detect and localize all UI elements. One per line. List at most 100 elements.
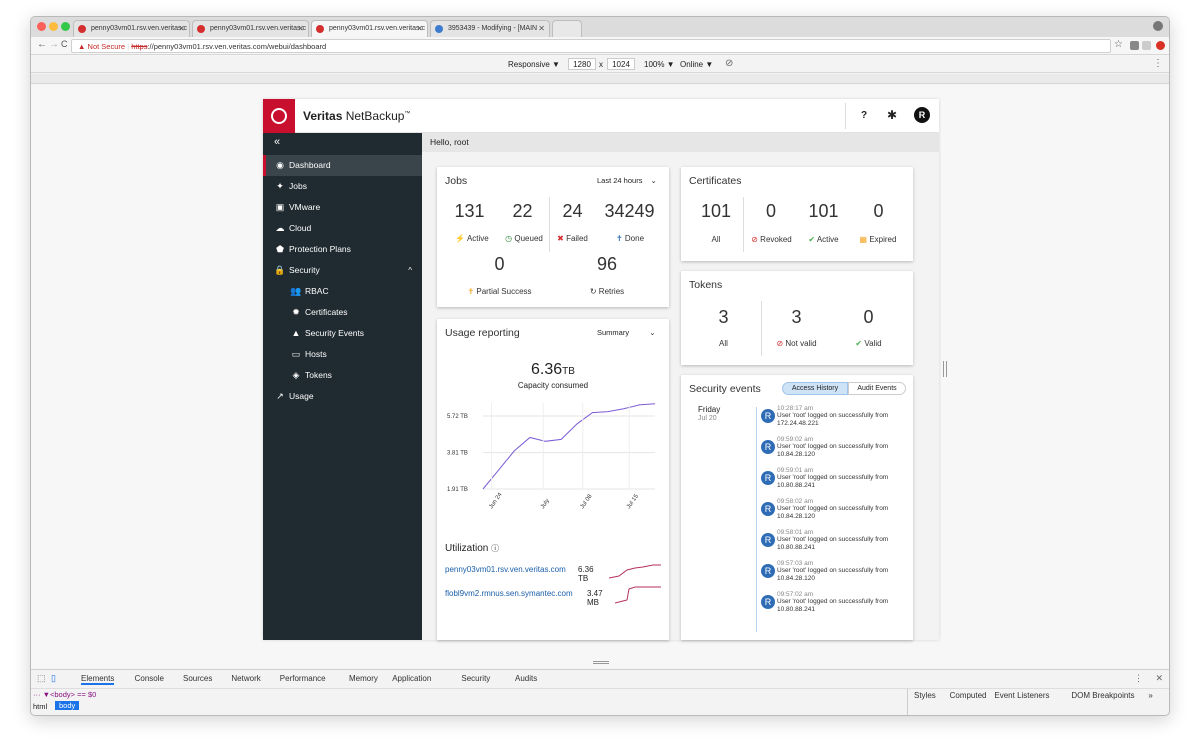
devtools-tab-sources[interactable]: Sources [183,674,212,683]
sidebar-item-security[interactable]: 🔒 Security ^ [263,260,422,281]
back-icon[interactable]: ← [37,39,47,50]
extension-icon[interactable] [1142,41,1151,50]
close-tab-icon[interactable]: ✕ [538,21,545,37]
event-item[interactable]: R 09:58:01 am User 'root' logged on succes… [761,529,911,555]
browser-tab[interactable]: penny03vm01.rsv.ven.veritas.c ✕ [73,20,190,37]
bookmark-star-icon[interactable]: ☆ [1114,39,1123,50]
sidebar-item-security-events[interactable]: ▲ Security Events [263,323,422,344]
jobs-done-count[interactable]: 34249 [597,201,662,222]
help-icon[interactable]: ? [861,110,867,121]
styles-tab[interactable]: Computed [950,691,987,700]
jobs-queued-count[interactable]: 22 [500,201,545,222]
user-avatar[interactable]: R [914,107,930,123]
devtools-tab-console[interactable]: Console [135,674,164,683]
sidebar-item-dashboard[interactable]: ◉ Dashboard [263,155,422,176]
network-dropdown[interactable]: Online ▼ [680,60,713,69]
styles-tab[interactable]: DOM Breakpoints [1071,691,1134,700]
sidebar-item-tokens[interactable]: ◈ Tokens [263,365,422,386]
devtools-tab-audits[interactable]: Audits [515,674,537,683]
devtools-tab-application[interactable]: Application [392,674,431,683]
event-item[interactable]: R 09:57:02 am User 'root' logged on succes… [761,591,911,617]
usage-mode-dropdown[interactable]: Summary ⌄ [597,328,655,337]
extension-icon[interactable] [1130,41,1139,50]
browser-tab[interactable]: penny03vm01.rsv.ven.veritas.c ✕ [192,20,309,37]
token-all-count[interactable]: 3 [701,307,746,328]
resize-handle[interactable] [943,361,947,377]
styles-tab[interactable]: Styles [914,691,936,700]
cert-active-count[interactable]: 101 [801,201,846,222]
devtools-tab-elements[interactable]: Elements [81,674,115,685]
inspect-element-icon[interactable]: ⬚ [37,673,46,684]
profile-icon[interactable] [1153,21,1163,31]
styles-tab[interactable]: » [1148,691,1152,700]
dom-tree-line[interactable]: ··· ▼<body> == $0 [33,690,96,699]
zoom-dropdown[interactable]: 100% ▼ [644,60,675,69]
close-tab-icon[interactable]: ✕ [416,21,423,37]
event-item[interactable]: R 09:59:01 am User 'root' logged on succes… [761,467,911,493]
resize-handle[interactable] [593,661,609,664]
jobs-retries-count[interactable]: 96 [582,254,632,275]
event-item[interactable]: R 10:28:17 am User 'root' logged on succes… [761,405,911,431]
sidebar-item-rbac[interactable]: 👥 RBAC [263,281,422,302]
devtools-tab-security[interactable]: Security [461,674,490,683]
width-input[interactable]: 1280 [568,58,596,70]
sidebar-item-cloud[interactable]: ☁ Cloud [263,218,422,239]
device-toggle-icon[interactable]: ▯ [51,673,56,684]
styles-pane: Styles Computed Event Listeners DOM Breakpo… [907,689,1169,715]
jobs-active-count[interactable]: 131 [447,201,492,222]
height-input[interactable]: 1024 [607,58,635,70]
close-devtools-icon[interactable]: ✕ [1155,673,1163,684]
utilization-host-link[interactable]: penny03vm01.rsv.ven.veritas.com [445,565,566,574]
reload-icon[interactable]: C [61,39,68,49]
browser-tab-active[interactable]: penny03vm01.rsv.ven.veritas.c ✕ [311,20,428,37]
jobs-failed-count[interactable]: 24 [550,201,595,222]
close-tab-icon[interactable]: ✕ [297,21,304,37]
devtools-tab-performance[interactable]: Performance [280,674,326,683]
more-options-icon[interactable]: ⋮ [1134,673,1143,684]
devtools-tab-memory[interactable]: Memory [349,674,378,683]
settings-gear-icon[interactable]: ✱ [887,108,897,122]
tab-audit-events[interactable]: Audit Events [848,382,906,395]
url-input[interactable]: ▲ Not Secure | https://penny03vm01.rsv.v… [71,39,1111,53]
jobs-range-dropdown[interactable]: Last 24 hours ⌄ [597,176,657,185]
info-icon[interactable]: ⓘ [491,544,499,553]
cert-all-count[interactable]: 101 [691,201,741,222]
token-notvalid-count[interactable]: 3 [774,307,819,328]
sidebar-item-vmware[interactable]: ▣ VMware [263,197,422,218]
forward-icon[interactable]: → [49,39,59,50]
maximize-window-button[interactable] [61,22,70,31]
cert-revoked-count[interactable]: 0 [751,201,791,222]
browser-tab[interactable]: 3953439 - Modifying - [MAIN ✕ [430,20,550,37]
breadcrumb-html[interactable]: html [33,702,47,711]
breadcrumb-body[interactable]: body [55,701,80,710]
devtools-tab-network[interactable]: Network [231,674,260,683]
jobs-partial-count[interactable]: 0 [477,254,522,275]
sidebar-item-protection-plans[interactable]: ⬟ Protection Plans [263,239,422,260]
tab-access-history[interactable]: Access History [782,382,848,395]
cert-expired-count[interactable]: 0 [856,201,901,222]
sidebar-item-hosts[interactable]: ▭ Hosts [263,344,422,365]
close-window-button[interactable] [37,22,46,31]
minimize-window-button[interactable] [49,22,58,31]
extension-icon[interactable] [1156,41,1165,50]
sidebar-item-label: RBAC [305,286,329,296]
styles-tab[interactable]: Event Listeners [994,691,1049,700]
new-tab-button[interactable] [552,20,582,37]
event-item[interactable]: R 09:57:03 am User 'root' logged on succes… [761,560,911,586]
calendar-icon: ▦ [859,235,868,244]
rotate-icon[interactable]: ⊘ [725,58,733,69]
collapse-sidebar-icon[interactable]: « [274,136,280,148]
sidebar-item-usage[interactable]: ↗ Usage [263,386,422,407]
token-valid-count[interactable]: 0 [846,307,891,328]
more-options-icon[interactable]: ⋮ [1153,58,1163,69]
warning-icon: ▲ [291,328,301,338]
close-tab-icon[interactable]: ✕ [178,21,185,37]
sidebar-item-jobs[interactable]: ✦ Jobs [263,176,422,197]
event-item[interactable]: R 09:59:02 am User 'root' logged on succes… [761,436,911,462]
chevron-up-icon[interactable]: ^ [408,260,412,281]
event-item[interactable]: R 09:58:02 am User 'root' logged on succes… [761,498,911,524]
utilization-host-link[interactable]: flobl9vm2.rmnus.sen.symantec.com [445,589,573,598]
jira-favicon-icon [435,25,443,33]
sidebar-item-certificates[interactable]: ✹ Certificates [263,302,422,323]
responsive-dropdown[interactable]: Responsive ▼ [508,60,560,69]
